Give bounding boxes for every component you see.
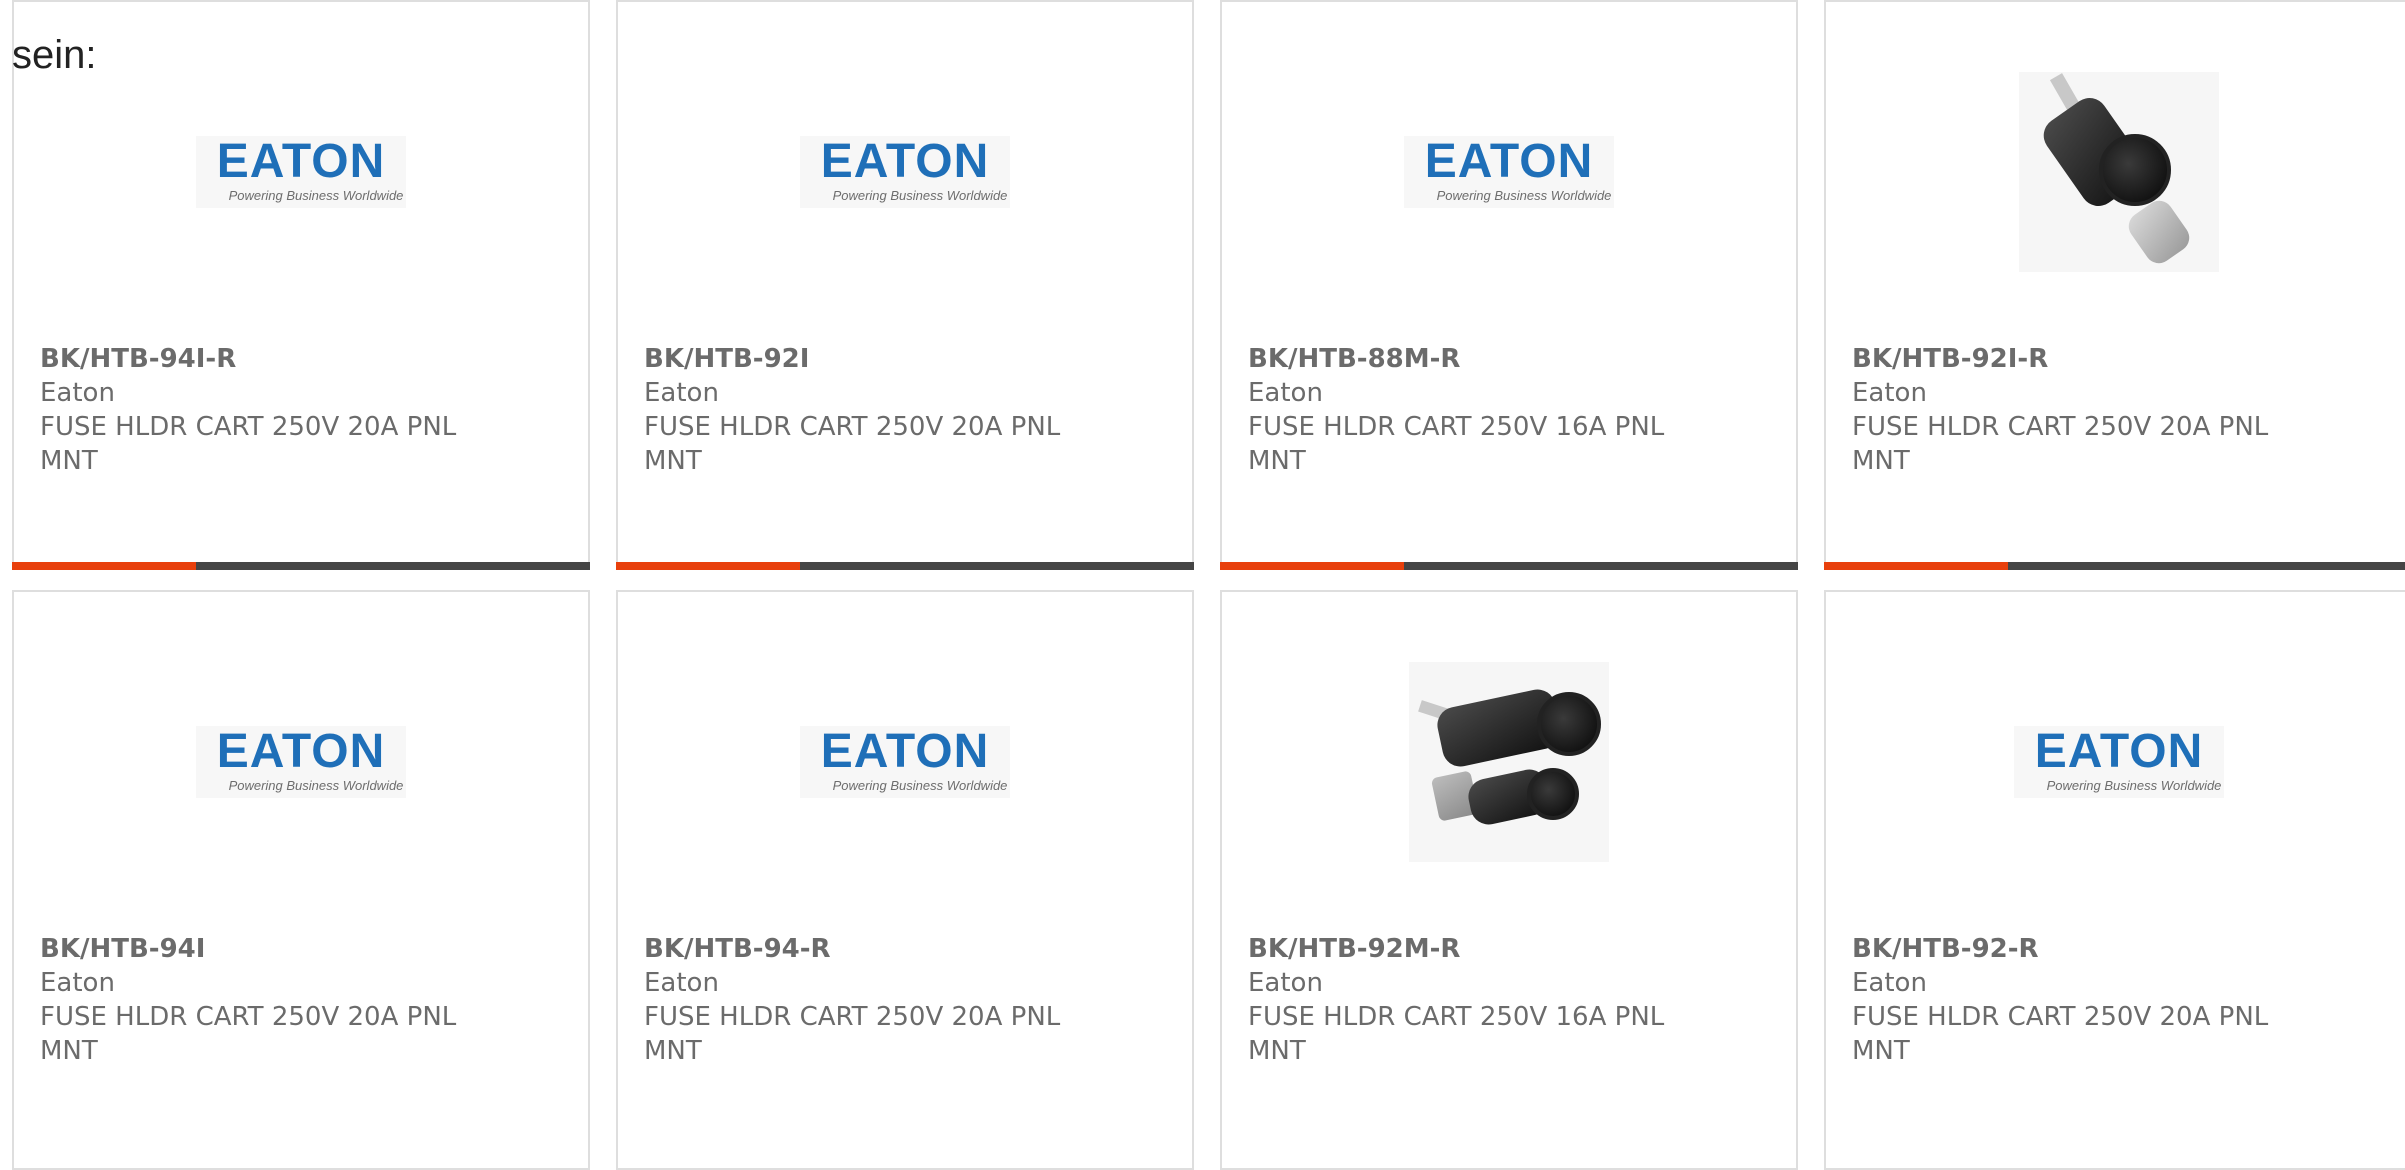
product-card[interactable]: BK/HTB-92M-R Eaton FUSE HLDR CART 250V 1… [1220,590,1798,1170]
product-image: EATON Powering Business Worldwide [14,72,588,272]
fuse-carrier-knob [2123,195,2195,269]
product-description: FUSE HLDR CART 250V 16A PNL MNT [1248,412,1665,476]
product-manufacturer: Eaton [644,968,719,998]
card-footer-bar [616,562,1194,570]
holder-cap [1537,692,1601,756]
product-card[interactable]: EATON Powering Business Worldwide BK/HTB… [12,0,590,570]
product-info: BK/HTB-92I Eaton FUSE HLDR CART 250V 20A… [644,342,1074,478]
holder-cap [2099,134,2171,206]
eaton-logo: EATON Powering Business Worldwide [196,136,406,208]
logo-word: EATON [820,135,990,188]
product-info: BK/HTB-92-R Eaton FUSE HLDR CART 250V 20… [1852,932,2282,1068]
product-manufacturer: Eaton [1852,378,1927,408]
product-card[interactable]: EATON Powering Business Worldwide BK/HTB… [616,590,1194,1170]
product-part-number[interactable]: BK/HTB-88M-R [1248,342,1678,376]
product-image: EATON Powering Business Worldwide [1222,72,1796,272]
product-part-number[interactable]: BK/HTB-94I [40,932,470,966]
product-part-number[interactable]: BK/HTB-92M-R [1248,932,1678,966]
product-manufacturer: Eaton [644,378,719,408]
product-image: EATON Powering Business Worldwide [618,72,1192,272]
fuse-holder-photo [2019,72,2219,272]
product-card[interactable]: BK/HTB-92I-R Eaton FUSE HLDR CART 250V 2… [1824,0,2405,570]
product-description: FUSE HLDR CART 250V 20A PNL MNT [644,1002,1061,1066]
product-info: BK/HTB-92I-R Eaton FUSE HLDR CART 250V 2… [1852,342,2282,478]
card-accent-bar [1824,562,2008,570]
product-card[interactable]: EATON Powering Business Worldwide BK/HTB… [1220,0,1798,570]
product-card[interactable]: EATON Powering Business Worldwide BK/HTB… [12,590,590,1170]
logo-tagline: Powering Business Worldwide [228,778,404,793]
logo-tagline: Powering Business Worldwide [1436,188,1612,203]
product-info: BK/HTB-92M-R Eaton FUSE HLDR CART 250V 1… [1248,932,1678,1068]
logo-tagline: Powering Business Worldwide [228,188,404,203]
product-manufacturer: Eaton [40,378,115,408]
product-description: FUSE HLDR CART 250V 20A PNL MNT [644,412,1061,476]
product-manufacturer: Eaton [1852,968,1927,998]
product-part-number[interactable]: BK/HTB-94-R [644,932,1074,966]
fuse-holder-photo [1409,662,1609,862]
product-description: FUSE HLDR CART 250V 16A PNL MNT [1248,1002,1665,1066]
eaton-logo: EATON Powering Business Worldwide [800,726,1010,798]
product-card[interactable]: EATON Powering Business Worldwide BK/HTB… [616,0,1194,570]
logo-word: EATON [1424,135,1594,188]
fuse-carrier-cap [1527,768,1579,820]
product-description: FUSE HLDR CART 250V 20A PNL MNT [1852,412,2269,476]
product-image: EATON Powering Business Worldwide [618,662,1192,862]
card-accent-bar [1220,562,1404,570]
logo-word: EATON [216,725,386,778]
product-image: EATON Powering Business Worldwide [14,662,588,862]
product-description: FUSE HLDR CART 250V 20A PNL MNT [40,412,457,476]
product-image [1222,662,1796,862]
product-manufacturer: Eaton [1248,378,1323,408]
product-image: EATON Powering Business Worldwide [1826,662,2405,862]
eaton-logo: EATON Powering Business Worldwide [800,136,1010,208]
product-manufacturer: Eaton [40,968,115,998]
eaton-logo: EATON Powering Business Worldwide [2014,726,2224,798]
card-footer-bar [1824,562,2405,570]
eaton-logo: EATON Powering Business Worldwide [196,726,406,798]
product-info: BK/HTB-94I Eaton FUSE HLDR CART 250V 20A… [40,932,470,1068]
product-part-number[interactable]: BK/HTB-92I [644,342,1074,376]
product-manufacturer: Eaton [1248,968,1323,998]
logo-tagline: Powering Business Worldwide [832,778,1008,793]
product-card[interactable]: EATON Powering Business Worldwide BK/HTB… [1824,590,2405,1170]
product-image [1826,72,2405,272]
product-grid: EATON Powering Business Worldwide BK/HTB… [0,0,2405,1170]
logo-tagline: Powering Business Worldwide [832,188,1008,203]
logo-word: EATON [216,135,386,188]
card-accent-bar [616,562,800,570]
logo-tagline: Powering Business Worldwide [2046,778,2222,793]
product-description: FUSE HLDR CART 250V 20A PNL MNT [1852,1002,2269,1066]
logo-word: EATON [2034,725,2204,778]
logo-word: EATON [820,725,990,778]
product-description: FUSE HLDR CART 250V 20A PNL MNT [40,1002,457,1066]
product-part-number[interactable]: BK/HTB-92I-R [1852,342,2282,376]
product-info: BK/HTB-94-R Eaton FUSE HLDR CART 250V 20… [644,932,1074,1068]
intro-text: sein: [12,33,97,77]
product-info: BK/HTB-88M-R Eaton FUSE HLDR CART 250V 1… [1248,342,1678,478]
eaton-logo: EATON Powering Business Worldwide [1404,136,1614,208]
card-accent-bar [12,562,196,570]
card-footer-bar [12,562,590,570]
card-footer-bar [1220,562,1798,570]
product-part-number[interactable]: BK/HTB-92-R [1852,932,2282,966]
product-info: BK/HTB-94I-R Eaton FUSE HLDR CART 250V 2… [40,342,470,478]
product-part-number[interactable]: BK/HTB-94I-R [40,342,470,376]
